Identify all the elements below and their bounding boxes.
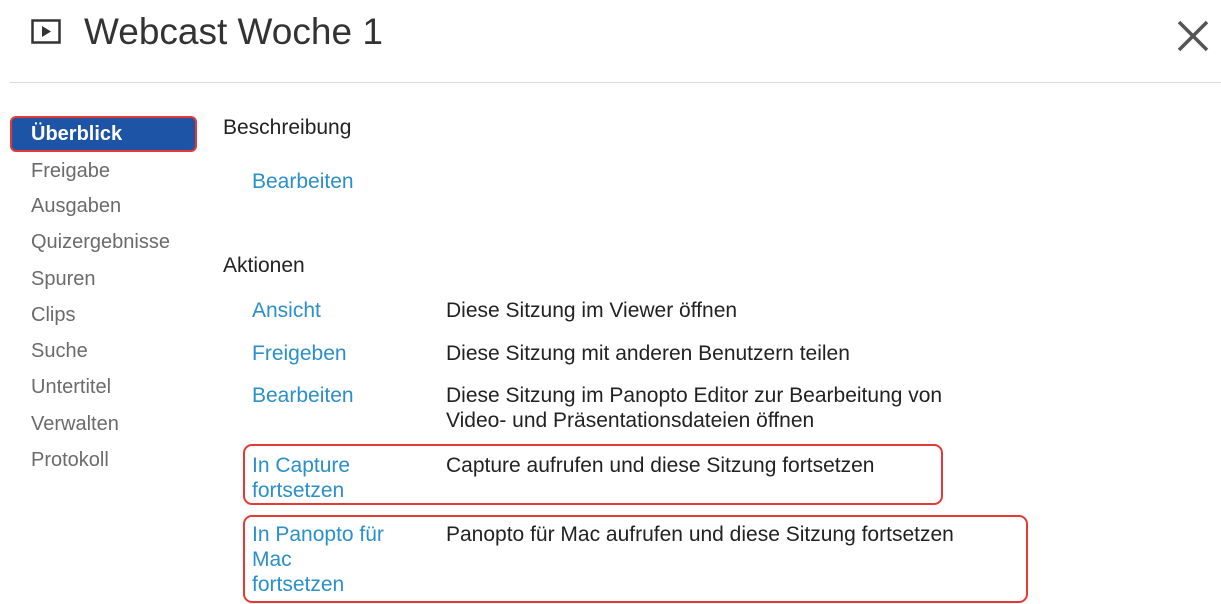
sidebar-item-protokoll[interactable]: Protokoll	[10, 443, 109, 477]
edit-description-link[interactable]: Bearbeiten	[252, 170, 354, 194]
resume-in-capture-link-line1: In Capture	[252, 454, 351, 477]
share-description: Diese Sitzung mit anderen Benutzern teil…	[446, 342, 850, 365]
sidebar-item-verwalten[interactable]: Verwalten	[10, 407, 119, 441]
sidebar-item-freigabe[interactable]: Freigabe	[10, 154, 110, 188]
header-divider	[10, 82, 1221, 83]
actions-heading: Aktionen	[223, 254, 305, 277]
edit-session-description-line2: Video- und Präsentationsdateien öffnen	[446, 409, 815, 432]
view-description: Diese Sitzung im Viewer öffnen	[446, 299, 738, 322]
sidebar-item-ueberblick[interactable]: Überblick	[10, 116, 197, 152]
sidebar-item-clips[interactable]: Clips	[10, 298, 75, 332]
header: Webcast Woche 1	[0, 0, 1221, 82]
sidebar-item-untertitel[interactable]: Untertitel	[10, 370, 111, 404]
resume-in-panopto-mac-link-line2: Mac	[252, 548, 292, 571]
edit-session-description-line1: Diese Sitzung im Panopto Editor zur Bear…	[446, 384, 943, 407]
sidebar-item-suche[interactable]: Suche	[10, 334, 88, 368]
edit-session-link[interactable]: Bearbeiten	[252, 383, 422, 408]
description-heading: Beschreibung	[223, 116, 352, 139]
resume-in-panopto-mac-link-line1: In Panopto für	[252, 523, 384, 546]
sidebar-item-quizergebnisse[interactable]: Quizergebnisse	[10, 225, 170, 259]
sidebar-item-ausgaben[interactable]: Ausgaben	[10, 189, 121, 223]
share-link[interactable]: Freigeben	[252, 341, 422, 366]
resume-in-panopto-mac-description: Panopto für Mac aufrufen und diese Sitzu…	[446, 523, 954, 546]
page-title: Webcast Woche 1	[84, 11, 383, 52]
edit-session-description: Diese Sitzung im Panopto Editor zur Bear…	[446, 383, 942, 433]
close-icon[interactable]	[1175, 18, 1211, 54]
resume-in-panopto-mac-link[interactable]: In Panopto für Mac fortsetzen	[252, 522, 422, 597]
resume-in-capture-description: Capture aufrufen und diese Sitzung forts…	[446, 454, 875, 477]
view-link[interactable]: Ansicht	[252, 298, 422, 323]
resume-in-panopto-mac-link-line3: fortsetzen	[252, 573, 345, 596]
sidebar-item-spuren[interactable]: Spuren	[10, 262, 96, 296]
resume-in-capture-link[interactable]: In Capture fortsetzen	[252, 453, 422, 503]
play-icon	[31, 19, 61, 44]
resume-in-capture-link-line2: fortsetzen	[252, 479, 345, 502]
